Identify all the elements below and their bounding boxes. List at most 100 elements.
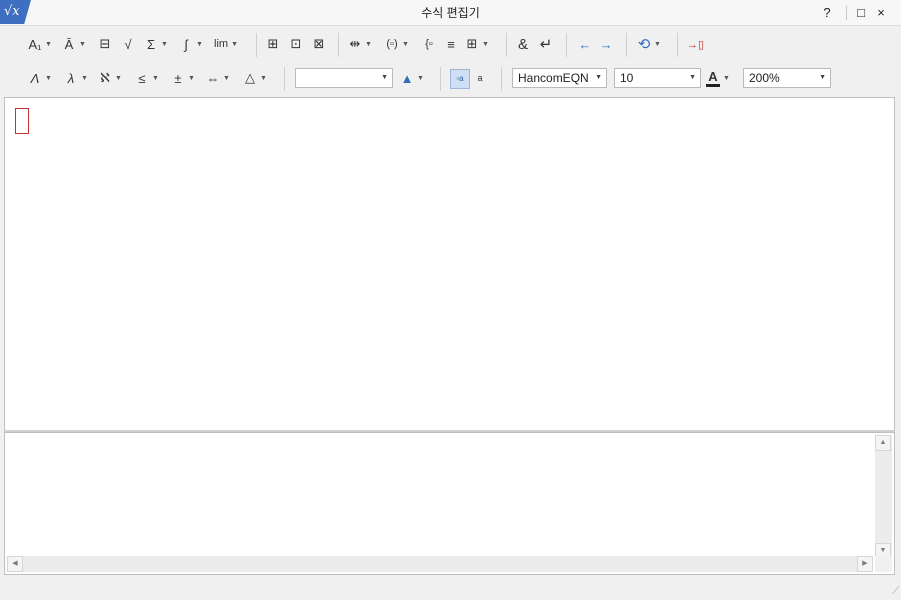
chevron-down-icon: ▼	[196, 40, 203, 48]
subscript-icon: A₁	[28, 36, 42, 52]
arrange-icon: ⇹	[349, 36, 361, 51]
size-value: 10	[620, 71, 634, 85]
chevron-down-icon: ▼	[595, 74, 602, 81]
bracket-icon: (▫)	[386, 38, 398, 50]
chevron-down-icon: ▼	[417, 74, 424, 82]
script-input[interactable]	[9, 437, 869, 555]
operator-button[interactable]: ± ▼	[171, 67, 195, 89]
command-combo[interactable]: ▼	[295, 68, 393, 88]
vertical-scrollbar[interactable]: ▲ ▼	[875, 435, 892, 559]
misc-symbol-button[interactable]: △ ▼	[243, 67, 267, 89]
greek-upper-button[interactable]: Λ ▼	[28, 67, 52, 89]
chevron-down-icon: ▼	[482, 40, 489, 48]
toolbar-top: A₁ ▼ Ā ▼ ⊟ √ Σ ▼ ∫ ▼ lim ▼ ⊞ ⊡ ⊠ ⇹ ▼ (▫) ▼ {▫ ≡…	[0, 27, 901, 61]
chevron-down-icon: ▼	[152, 74, 159, 82]
font-value: HancomEQN	[518, 71, 589, 85]
chevron-down-icon: ▼	[723, 74, 730, 82]
matrix-2-button[interactable]: ⊡	[289, 33, 303, 55]
font-combo[interactable]: HancomEQN ▼	[512, 68, 607, 88]
matrix-1-button[interactable]: ⊞	[266, 33, 280, 55]
arrow-right-icon: →	[599, 36, 613, 52]
toolbar-separator	[256, 33, 257, 57]
close-button[interactable]: ×	[872, 4, 890, 22]
scroll-corner	[875, 556, 892, 572]
undo-button[interactable]: ←	[578, 33, 592, 55]
integral-button[interactable]: ∫ ▼	[179, 33, 203, 55]
relation-button[interactable]: ≤ ▼	[135, 67, 159, 89]
script-pane: ▲ ▼ ◀ ▶	[4, 432, 895, 575]
sum-button[interactable]: Σ ▼	[144, 33, 168, 55]
matrix-3-button[interactable]: ⊠	[312, 33, 326, 55]
decoration-button[interactable]: Ā ▼	[62, 33, 86, 55]
greek-lower-button[interactable]: λ ▼	[64, 67, 88, 89]
newline-button[interactable]: ↵	[539, 33, 553, 55]
window-title: 수식 편집기	[421, 6, 480, 20]
toolbar-separator	[626, 33, 627, 57]
ampersand-button[interactable]: &	[516, 33, 530, 55]
convert-button[interactable]: ⟲ ▼	[637, 33, 661, 55]
chevron-down-icon: ▼	[654, 40, 661, 48]
chevron-down-icon: ▼	[161, 40, 168, 48]
toolbar-bottom: Λ ▼ λ ▼ ℵ ▼ ≤ ▼ ± ▼ ⇔ ▼ △ ▼ ▼ ▲ ▼ ▫a a HancomEQN…	[0, 61, 901, 95]
double-arrow-icon: ⇔	[206, 70, 220, 86]
view-mode-1-button[interactable]: ▫a	[450, 69, 470, 89]
fraction-icon: ⊟	[99, 36, 111, 51]
grid-button[interactable]: ⊞ ▼	[465, 33, 489, 55]
zoom-combo[interactable]: 200% ▼	[743, 68, 831, 88]
chevron-down-icon: ▼	[689, 74, 696, 81]
fraction-button[interactable]: ⊟	[98, 33, 112, 55]
chevron-down-icon: ▼	[223, 74, 230, 82]
help-button[interactable]: ?	[818, 4, 836, 22]
root-icon: √	[124, 36, 132, 52]
lambda-icon: λ	[67, 70, 75, 86]
size-combo[interactable]: 10 ▼	[614, 68, 701, 88]
triangle-icon: △	[245, 70, 255, 85]
resize-grip-icon[interactable]: ⟋	[887, 586, 899, 598]
arrow-left-icon: ←	[578, 36, 592, 52]
hebrew-button[interactable]: ℵ ▼	[98, 67, 122, 89]
font-color-icon: A	[706, 69, 720, 87]
chevron-down-icon: ▼	[365, 40, 372, 48]
exit-button[interactable]: →▯	[687, 33, 704, 55]
redo-button[interactable]: →	[599, 33, 613, 55]
chevron-down-icon: ▼	[260, 74, 267, 82]
chevron-down-icon: ▼	[381, 74, 388, 81]
align-icon: ≡	[447, 36, 455, 52]
view-mode-2-button[interactable]: a	[473, 67, 487, 89]
newline-icon: ↵	[539, 36, 553, 53]
root-button[interactable]: √	[121, 33, 135, 55]
horizontal-scrollbar[interactable]: ◀ ▶	[7, 556, 873, 572]
maximize-button[interactable]: □	[852, 4, 870, 22]
arrange-button[interactable]: ⇹ ▼	[348, 33, 372, 55]
matrix-icon: ⊠	[313, 36, 325, 51]
decoration-icon: Ā	[64, 36, 74, 52]
equation-canvas[interactable]	[4, 97, 895, 431]
scroll-right-button[interactable]: ▶	[857, 556, 873, 572]
style-button[interactable]: ▲ ▼	[400, 67, 424, 89]
toolbar-separator	[440, 67, 441, 91]
matrix-icon: ⊞	[267, 36, 279, 51]
toolbar-separator	[284, 67, 285, 91]
chevron-down-icon: ▼	[402, 40, 409, 48]
exit-icon: →▯	[687, 38, 705, 51]
scroll-up-button[interactable]: ▲	[875, 435, 891, 451]
arrow-symbol-button[interactable]: ⇔ ▼	[206, 67, 230, 89]
scroll-left-button[interactable]: ◀	[7, 556, 23, 572]
matrix-icon: ⊡	[290, 36, 302, 51]
chevron-down-icon: ▼	[819, 74, 826, 81]
toolbar-separator	[338, 33, 339, 57]
equation-editor-app-icon: √x	[0, 0, 31, 24]
subscript-button[interactable]: A₁ ▼	[28, 33, 51, 55]
limit-button[interactable]: lim ▼	[214, 33, 238, 55]
input-placeholder-box[interactable]	[15, 108, 29, 134]
plus-minus-icon: ±	[174, 70, 182, 86]
align-equal-button[interactable]: ≡	[444, 33, 458, 55]
font-color-button[interactable]: A ▼	[706, 67, 730, 89]
less-equal-icon: ≤	[138, 70, 146, 86]
bracket-button[interactable]: (▫) ▼	[385, 33, 409, 55]
cases-button[interactable]: {▫	[422, 33, 436, 55]
chevron-down-icon: ▼	[45, 74, 52, 82]
toolbar-separator	[506, 33, 507, 57]
title-bar: √x 수식 편집기 ? □ ×	[0, 0, 901, 26]
toolbar-separator	[677, 33, 678, 57]
